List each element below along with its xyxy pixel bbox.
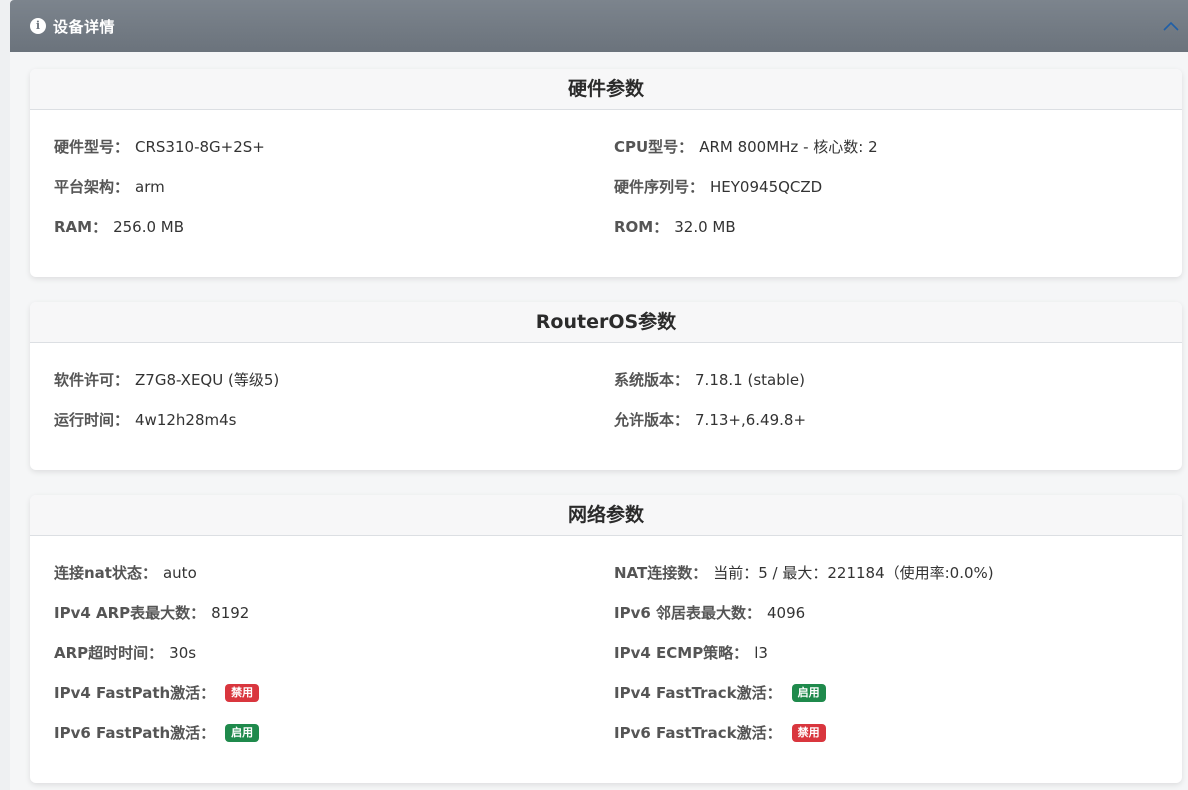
routeros-card: RouterOS参数 软件许可： Z7G8-XEQU (等级5) 系统版本： 7.1… [30,302,1182,470]
ipv4-arp-max-value: 8192 [211,604,250,622]
hardware-card-title: 硬件参数 [30,69,1182,110]
nat-connections-value: 当前：5 / 最大：221184（使用率:0.0%) [713,564,994,582]
arp-timeout-label: ARP超时时间： [54,644,164,662]
ipv6-fasttrack-label: IPv6 FastTrack激活： [614,724,782,742]
cpu-model-value: ARM 800MHz - 核心数: 2 [699,138,878,156]
license-row: 软件许可： Z7G8-XEQU (等级5) [54,370,279,390]
ipv4-fastpath-label: IPv4 FastPath激活： [54,684,216,702]
routeros-card-title: RouterOS参数 [30,302,1182,343]
cpu-model-row: CPU型号： ARM 800MHz - 核心数: 2 [614,137,878,157]
ipv4-fastpath-row: IPv4 FastPath激活： 禁用 [54,683,260,703]
panel-title: 设备详情 [53,17,116,36]
nat-connections-row: NAT连接数： 当前：5 / 最大：221184（使用率:0.0%) [614,563,994,583]
version-label: 系统版本： [614,371,690,389]
nat-state-value: auto [162,564,197,582]
ipv4-arp-max-row: IPv4 ARP表最大数： 8192 [54,603,249,623]
ipv4-fasttrack-status-badge: 启用 [791,683,826,702]
rom-value: 32.0 MB [674,218,736,236]
serial-value: HEY0945QCZD [710,178,823,196]
platform-row: 平台架构： arm [54,177,165,197]
uptime-label: 运行时间： [54,411,130,429]
ipv4-arp-max-label: IPv4 ARP表最大数： [54,604,206,622]
allowed-version-label: 允许版本： [614,411,690,429]
serial-row: 硬件序列号： HEY0945QCZD [614,177,822,197]
serial-label: 硬件序列号： [614,178,705,196]
ipv6-neighbor-max-label: IPv6 邻居表最大数： [614,604,762,622]
platform-label: 平台架构： [54,178,130,196]
ipv4-ecmp-row: IPv4 ECMP策略： l3 [614,643,768,663]
allowed-version-value: 7.13+,6.49.8+ [695,411,807,429]
network-card-title: 网络参数 [30,495,1182,536]
nat-connections-label: NAT连接数： [614,564,708,582]
ipv4-ecmp-label: IPv4 ECMP策略： [614,644,749,662]
network-card: 网络参数 连接nat状态： auto NAT连接数： 当前：5 / 最大：22118… [30,495,1182,783]
ram-value: 256.0 MB [113,218,185,236]
chevron-up-icon [1163,21,1179,31]
hw-model-row: 硬件型号： CRS310-8G+2S+ [54,137,265,157]
allowed-version-row: 允许版本： 7.13+,6.49.8+ [614,410,806,430]
arp-timeout-value: 30s [169,644,197,662]
hw-model-label: 硬件型号： [54,138,130,156]
ram-row: RAM： 256.0 MB [54,217,184,237]
ipv4-fasttrack-row: IPv4 FastTrack激活： 启用 [614,683,826,703]
ipv6-fasttrack-status-badge: 禁用 [791,723,826,742]
license-label: 软件许可： [54,371,130,389]
platform-value: arm [135,178,165,196]
content-area: 硬件参数 硬件型号： CRS310-8G+2S+ CPU型号： ARM 800MHz… [10,52,1188,790]
ipv6-fastpath-row: IPv6 FastPath激活： 启用 [54,723,260,743]
collapse-button[interactable] [1158,13,1184,39]
ipv4-fastpath-status-badge: 禁用 [225,683,260,702]
ipv6-fastpath-label: IPv6 FastPath激活： [54,724,216,742]
uptime-value: 4w12h28m4s [135,411,237,429]
hardware-card: 硬件参数 硬件型号： CRS310-8G+2S+ CPU型号： ARM 800MHz… [30,69,1182,277]
nat-state-label: 连接nat状态： [54,564,157,582]
hw-model-value: CRS310-8G+2S+ [135,138,265,156]
version-value: 7.18.1 (stable) [695,371,806,389]
rom-label: ROM： [614,218,669,236]
ipv4-fasttrack-label: IPv4 FastTrack激活： [614,684,782,702]
cpu-model-label: CPU型号： [614,138,694,156]
ipv6-fastpath-status-badge: 启用 [225,723,260,742]
license-value: Z7G8-XEQU (等级5) [135,371,280,389]
nat-state-row: 连接nat状态： auto [54,563,197,583]
arp-timeout-row: ARP超时时间： 30s [54,643,196,663]
ipv6-neighbor-max-value: 4096 [767,604,806,622]
ipv6-fasttrack-row: IPv6 FastTrack激活： 禁用 [614,723,826,743]
version-row: 系统版本： 7.18.1 (stable) [614,370,805,390]
rom-row: ROM： 32.0 MB [614,217,736,237]
info-icon: i [30,18,46,34]
uptime-row: 运行时间： 4w12h28m4s [54,410,236,430]
ram-label: RAM： [54,218,108,236]
device-details-header[interactable]: i 设备详情 [10,0,1188,52]
ipv4-ecmp-value: l3 [754,644,768,662]
ipv6-neighbor-max-row: IPv6 邻居表最大数： 4096 [614,603,805,623]
